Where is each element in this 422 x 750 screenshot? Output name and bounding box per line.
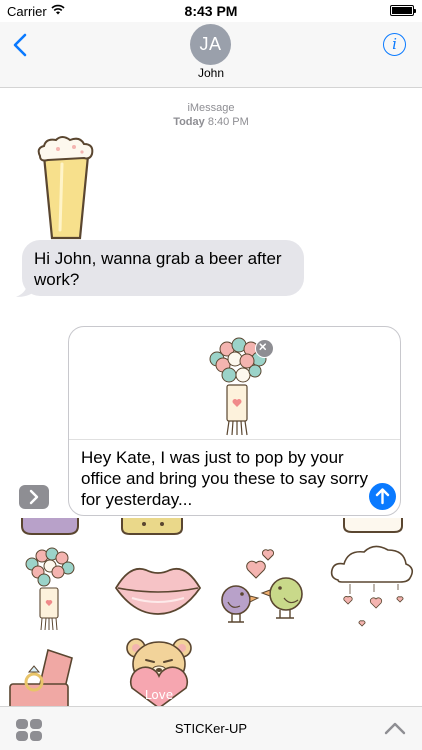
message-timestamp: Today 8:40 PM <box>0 116 422 128</box>
contact-name[interactable]: John <box>0 66 422 80</box>
battery-icon <box>390 5 416 16</box>
time-label: 8:40 PM <box>207 116 249 128</box>
sticker-purple-item[interactable] <box>18 518 82 538</box>
chevron-left-icon[interactable] <box>10 32 34 58</box>
remove-attachment-button[interactable] <box>255 339 274 358</box>
incoming-message-bubble: Hi John, wanna grab a beer after work? <box>22 240 304 296</box>
status-bar: Carrier 8:43 PM <box>0 0 422 22</box>
beer-sticker[interactable] <box>34 134 98 242</box>
close-icon <box>259 343 267 351</box>
service-label: iMessage <box>187 102 235 114</box>
sticker-lips[interactable] <box>112 560 204 618</box>
chevron-right-icon <box>29 489 39 505</box>
send-button[interactable] <box>369 483 396 510</box>
avatar[interactable]: JA <box>190 24 231 65</box>
sticker-love-birds[interactable] <box>218 548 314 634</box>
sticker-yellow-item[interactable] <box>118 518 186 538</box>
info-icon[interactable]: i <box>383 33 406 56</box>
sticker-app-title: STICKer-UP <box>174 721 248 736</box>
message-input[interactable]: Hey Kate, I was just to pop by your offi… <box>81 447 371 510</box>
arrow-up-icon <box>375 488 390 505</box>
date-label: Today <box>173 116 205 128</box>
sticker-bouquet[interactable] <box>20 544 78 632</box>
sticker-ring-box[interactable] <box>6 648 82 706</box>
status-time: 8:43 PM <box>184 3 238 19</box>
sticker-white-item[interactable] <box>340 518 406 538</box>
compose-divider <box>69 439 400 440</box>
chevron-up-icon[interactable] <box>384 721 406 735</box>
nav-bar: JA John i <box>0 22 422 88</box>
app-bottom-bar: STICKer-UP <box>0 706 422 750</box>
apps-button[interactable] <box>19 485 49 509</box>
sticker-love-bear[interactable]: Love <box>120 636 198 706</box>
love-bear-text: Love <box>145 688 173 702</box>
sticker-tray: Love <box>0 518 422 706</box>
sticker-cloud-hearts[interactable] <box>328 542 414 642</box>
compose-box[interactable]: Hey Kate, I was just to pop by your offi… <box>68 326 401 516</box>
